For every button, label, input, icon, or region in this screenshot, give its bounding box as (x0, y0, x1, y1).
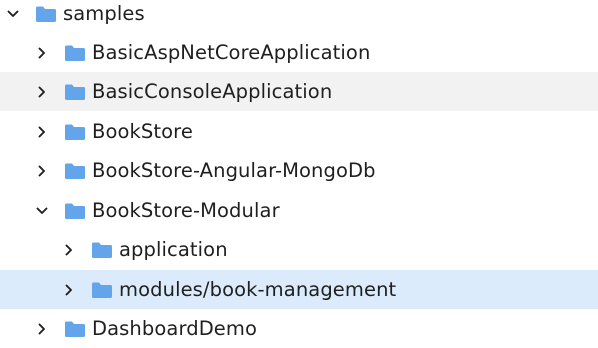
folder-icon (64, 320, 86, 338)
chevron-right-icon[interactable] (35, 163, 49, 179)
tree-item-application[interactable]: application (0, 230, 598, 269)
tree-item-label: BookStore (92, 120, 193, 143)
tree-item-basicaspnetcoreapplication[interactable]: BasicAspNetCoreApplication (0, 33, 598, 72)
folder-icon (91, 241, 113, 259)
folder-icon (64, 44, 86, 62)
tree-item-label: BookStore-Modular (92, 199, 280, 222)
chevron-down-icon[interactable] (6, 6, 20, 22)
chevron-right-icon[interactable] (35, 321, 49, 337)
tree-item-label: application (119, 238, 228, 261)
tree-item-bookstore-angular-mongodb[interactable]: BookStore-Angular-MongoDb (0, 151, 598, 190)
tree-item-label: BasicConsoleApplication (92, 80, 333, 103)
tree-item-label: modules/book-management (119, 278, 397, 301)
tree-item-label: samples (63, 2, 145, 25)
chevron-right-icon[interactable] (35, 84, 49, 100)
folder-icon (64, 162, 86, 180)
tree-item-samples[interactable]: samples (0, 0, 598, 33)
tree-item-bookstore-modular[interactable]: BookStore-Modular (0, 191, 598, 230)
folder-icon (64, 83, 86, 101)
chevron-down-icon[interactable] (35, 203, 49, 219)
chevron-right-icon[interactable] (62, 282, 76, 298)
folder-tree: samples BasicAspNetCoreApplication Basic… (0, 0, 598, 340)
chevron-right-icon[interactable] (35, 45, 49, 61)
tree-item-label: BasicAspNetCoreApplication (92, 41, 371, 64)
tree-item-dashboarddemo[interactable]: DashboardDemo (0, 309, 598, 348)
folder-icon (64, 123, 86, 141)
tree-item-label: DashboardDemo (92, 317, 258, 340)
chevron-right-icon[interactable] (62, 242, 76, 258)
folder-icon (64, 202, 86, 220)
folder-icon (91, 281, 113, 299)
chevron-right-icon[interactable] (35, 124, 49, 140)
folder-icon (35, 5, 57, 23)
tree-item-label: BookStore-Angular-MongoDb (92, 159, 376, 182)
tree-item-modules-book-management[interactable]: modules/book-management (0, 270, 598, 309)
tree-item-bookstore[interactable]: BookStore (0, 112, 598, 151)
tree-item-basicconsoleapplication[interactable]: BasicConsoleApplication (0, 72, 598, 111)
